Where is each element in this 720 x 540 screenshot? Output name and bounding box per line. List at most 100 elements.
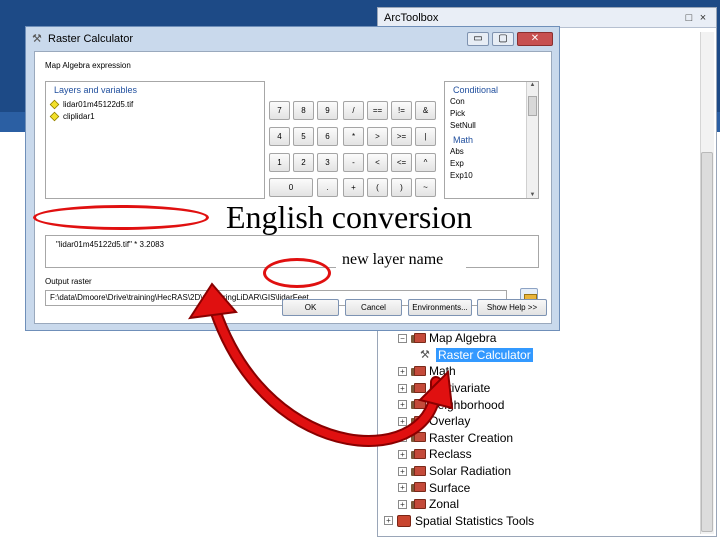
tree-item[interactable]: + Neighborhood bbox=[384, 396, 694, 413]
environments-button[interactable]: Environments... bbox=[408, 299, 472, 316]
expression-highlight-ellipse bbox=[33, 205, 209, 230]
keypad-button[interactable]: + bbox=[343, 178, 364, 197]
keypad-button[interactable]: != bbox=[391, 101, 412, 120]
expand-icon[interactable]: + bbox=[398, 366, 407, 376]
toolset-icon bbox=[411, 332, 426, 344]
keypad-button[interactable]: 1 bbox=[269, 153, 290, 172]
toolset-icon bbox=[411, 465, 426, 477]
keypad-button[interactable]: . bbox=[317, 178, 338, 197]
tree-item-label: Map Algebra bbox=[429, 331, 497, 346]
expand-icon[interactable]: + bbox=[398, 416, 407, 426]
tree-item[interactable]: − Map Algebra bbox=[384, 330, 694, 347]
keypad-button[interactable]: 7 bbox=[269, 101, 290, 120]
keypad-button[interactable]: ) bbox=[391, 178, 412, 197]
function-list[interactable]: Conditional Con Pick SetNull Math Abs Ex… bbox=[444, 81, 539, 199]
scroll-down-icon[interactable]: ▼ bbox=[527, 192, 538, 198]
keypad-button[interactable]: / bbox=[343, 101, 364, 120]
raster-calculator-title: Raster Calculator bbox=[48, 32, 133, 45]
collapse-icon[interactable]: − bbox=[398, 333, 407, 343]
arctoolbox-scrollbar[interactable] bbox=[700, 32, 714, 534]
function-list-scrollbar[interactable]: ▲ ▼ bbox=[526, 82, 538, 198]
keypad-button[interactable]: 0 bbox=[269, 178, 313, 197]
tree-item[interactable]: + Multivariate bbox=[384, 380, 694, 397]
tree-item-label: Raster Calculator bbox=[436, 347, 533, 362]
tree-item-label: Overlay bbox=[429, 414, 471, 429]
keypad-button[interactable]: * bbox=[343, 127, 364, 146]
keypad-button[interactable]: 2 bbox=[293, 153, 314, 172]
keypad-button[interactable]: 4 bbox=[269, 127, 290, 146]
tree-item[interactable]: + Surface bbox=[384, 479, 694, 496]
keypad-button[interactable]: 9 bbox=[317, 101, 338, 120]
tree-item-label: Multivariate bbox=[429, 381, 491, 396]
toolset-icon bbox=[411, 432, 426, 443]
keypad-button[interactable]: > bbox=[367, 127, 388, 146]
tree-item[interactable]: + Math bbox=[384, 363, 694, 380]
hammer-icon: ⚒ bbox=[420, 348, 430, 361]
ok-button[interactable]: OK bbox=[282, 299, 339, 316]
function-item[interactable]: Exp10 bbox=[445, 170, 538, 182]
keypad-button[interactable]: <= bbox=[391, 153, 412, 172]
tree-item[interactable]: + Overlay bbox=[384, 413, 694, 430]
arctoolbox-scroll-thumb[interactable] bbox=[701, 152, 713, 532]
expand-icon[interactable]: + bbox=[398, 499, 407, 509]
toolset-icon bbox=[411, 448, 426, 460]
function-list-scroll-thumb[interactable] bbox=[528, 96, 537, 116]
expand-icon[interactable]: + bbox=[384, 516, 393, 526]
expression-text: "lidar01m45122d5.tif" * 3.2083 bbox=[56, 240, 164, 249]
keypad-button[interactable]: >= bbox=[391, 127, 412, 146]
layers-header: Layers and variables bbox=[54, 85, 138, 95]
expand-icon[interactable]: + bbox=[398, 466, 407, 476]
tree-item[interactable]: + Spatial Statistics Tools bbox=[384, 513, 694, 530]
expand-icon[interactable]: + bbox=[398, 449, 407, 459]
tree-item-label: Solar Radiation bbox=[429, 464, 512, 479]
function-item[interactable]: SetNull bbox=[445, 120, 538, 132]
tree-item-label: Raster Creation bbox=[429, 430, 514, 445]
keypad-button[interactable]: == bbox=[367, 101, 388, 120]
keypad-button[interactable]: ^ bbox=[415, 153, 436, 172]
show-help-button[interactable]: Show Help >> bbox=[477, 299, 547, 316]
conditional-header: Conditional bbox=[453, 85, 499, 95]
tree-item[interactable]: + Raster Creation bbox=[384, 430, 694, 447]
arctoolbox-title: ArcToolbox bbox=[384, 11, 439, 24]
maximize-button[interactable]: ▢ bbox=[492, 31, 514, 46]
maximize-icon[interactable]: □ bbox=[682, 12, 696, 24]
function-item[interactable]: Con bbox=[445, 96, 538, 108]
keypad-button[interactable]: ~ bbox=[415, 178, 436, 197]
keypad-button[interactable]: 6 bbox=[317, 127, 338, 146]
expand-icon[interactable]: + bbox=[398, 433, 407, 443]
raster-layer-icon bbox=[49, 111, 60, 121]
tree-item[interactable]: + Zonal bbox=[384, 496, 694, 513]
keypad-button[interactable]: | bbox=[415, 127, 436, 146]
close-button[interactable]: ✕ bbox=[517, 31, 553, 46]
keypad-button[interactable]: ( bbox=[367, 178, 388, 197]
layer-item[interactable]: cliplidar1 bbox=[46, 110, 264, 122]
expand-icon[interactable]: + bbox=[398, 383, 407, 393]
scroll-up-icon[interactable]: ▲ bbox=[527, 82, 538, 88]
tree-item[interactable]: ⚒ Raster Calculator bbox=[384, 347, 694, 364]
tree-item[interactable]: + Reclass bbox=[384, 446, 694, 463]
output-raster-label: Output raster bbox=[45, 277, 92, 286]
hammer-icon: ⚒ bbox=[32, 32, 42, 45]
cancel-button[interactable]: Cancel bbox=[345, 299, 402, 316]
layer-item[interactable]: lidar01m45122d5.tif bbox=[46, 98, 264, 110]
function-item[interactable]: Pick bbox=[445, 108, 538, 120]
raster-calculator-titlebar: ⚒ Raster Calculator ▭ ▢ ✕ bbox=[26, 27, 559, 50]
minimize-button[interactable]: ▭ bbox=[467, 31, 489, 46]
layers-list[interactable]: Layers and variables lidar01m45122d5.tif… bbox=[45, 81, 265, 199]
keypad-button[interactable]: 8 bbox=[293, 101, 314, 120]
function-item[interactable]: Abs bbox=[445, 146, 538, 158]
toolset-icon bbox=[411, 498, 426, 510]
function-item[interactable]: Exp bbox=[445, 158, 538, 170]
keypad-button[interactable]: < bbox=[367, 153, 388, 172]
keypad-button[interactable]: & bbox=[415, 101, 436, 120]
map-algebra-label: Map Algebra expression bbox=[45, 61, 131, 70]
toolset-icon bbox=[411, 365, 426, 377]
keypad-button[interactable]: - bbox=[343, 153, 364, 172]
expand-icon[interactable]: + bbox=[398, 483, 407, 493]
tree-item[interactable]: + Solar Radiation bbox=[384, 463, 694, 480]
keypad-button[interactable]: 5 bbox=[293, 127, 314, 146]
close-icon[interactable]: × bbox=[696, 12, 710, 24]
keypad-button[interactable]: 3 bbox=[317, 153, 338, 172]
expand-icon[interactable]: + bbox=[398, 400, 407, 410]
toolset-icon bbox=[411, 382, 426, 394]
